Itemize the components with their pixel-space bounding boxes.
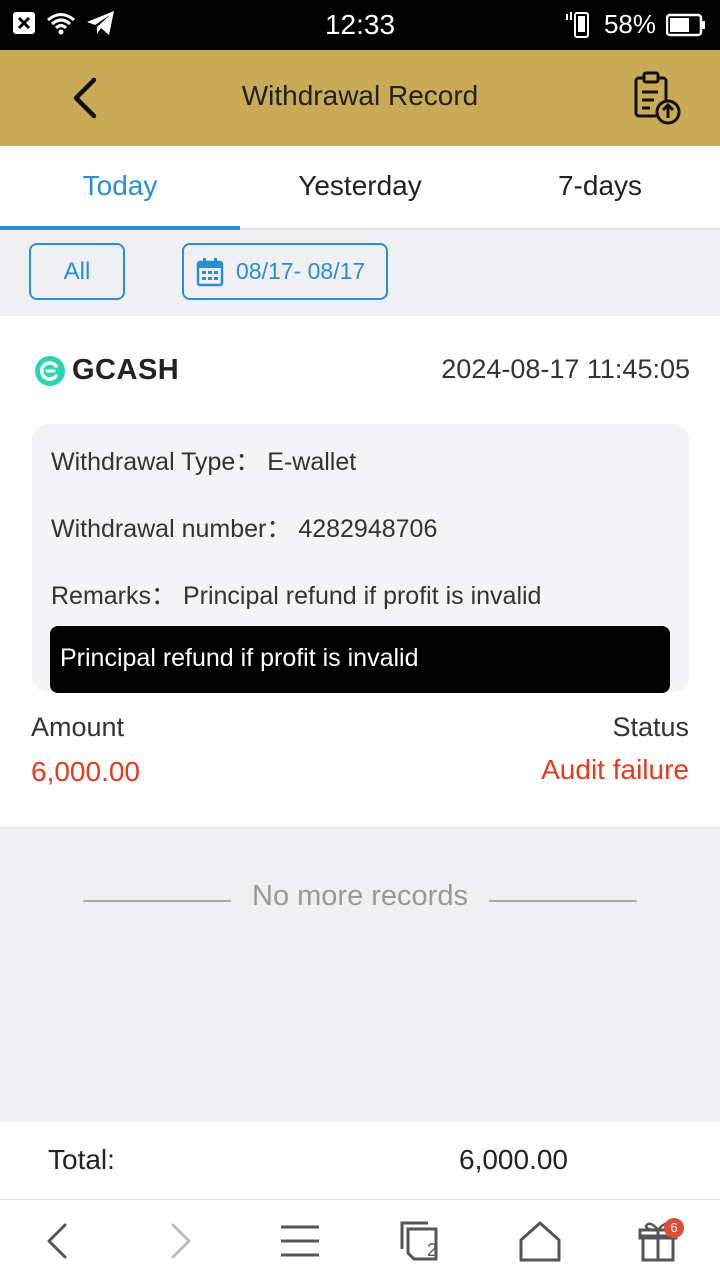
chevron-left-icon	[47, 1223, 67, 1259]
divider-right	[489, 900, 637, 902]
browser-back-button[interactable]	[28, 1214, 88, 1268]
battery-icon	[666, 13, 705, 36]
hamburger-menu-icon	[281, 1225, 319, 1257]
amount-label: Amount	[31, 712, 125, 742]
withdrawal-type-value: E-wallet	[267, 448, 357, 476]
status-value: Audit failure	[541, 754, 689, 785]
no-more-records: No more records	[0, 880, 720, 920]
withdrawal-number-label: Withdrawal number：	[51, 515, 292, 543]
page-title: Withdrawal Record	[241, 80, 479, 111]
signal-icon	[565, 11, 589, 38]
tabs-count: 2	[427, 1240, 438, 1260]
date-range-button[interactable]: 08/17- 08/17	[182, 243, 388, 300]
record-datetime: 2024-08-17 11:45:05	[441, 354, 690, 384]
remarks-value: Principal refund if profit is invalid	[182, 582, 542, 610]
withdrawal-number-row: Withdrawal number： 4282948706	[51, 509, 437, 545]
no-more-text: No more records	[252, 880, 468, 912]
date-range-text: 08/17- 08/17	[236, 258, 366, 284]
clipboard-upload-icon	[634, 71, 681, 125]
total-value: 6,000.00	[459, 1144, 568, 1175]
date-tabs: Today Yesterday 7-days	[0, 146, 720, 230]
withdrawal-type-label: Withdrawal Type：	[51, 448, 261, 476]
gcash-logo-icon	[35, 355, 65, 386]
calendar-icon	[196, 257, 224, 286]
tab-today[interactable]: Today	[0, 146, 240, 230]
browser-nav-bar: 2 6	[0, 1200, 720, 1280]
filter-bar: All 08/17- 08/17	[0, 230, 720, 316]
export-record-button[interactable]	[630, 70, 682, 126]
withdrawal-type-row: Withdrawal Type： E-wallet	[51, 442, 356, 478]
status-label: Status	[612, 712, 689, 742]
app-header: Withdrawal Record	[0, 50, 720, 146]
browser-tabs-button[interactable]: 2	[390, 1214, 450, 1268]
total-label: Total:	[48, 1144, 115, 1175]
withdrawal-number-value: 4282948706	[298, 515, 438, 543]
total-bar: Total: 6,000.00	[0, 1122, 720, 1200]
browser-home-button[interactable]	[510, 1214, 570, 1268]
remarks-row: Remarks： Principal refund if profit is i…	[51, 576, 541, 612]
status-bar: 12:33 58%	[0, 0, 720, 50]
battery-percent: 58%	[603, 9, 656, 39]
remarks-label: Remarks：	[51, 582, 177, 610]
brand-name: GCASH	[72, 354, 180, 386]
status-icons-right: 58%	[564, 9, 706, 40]
withdrawal-record-card: GCASH 2024-08-17 11:45:05 Withdrawal Typ…	[0, 316, 720, 828]
home-icon	[519, 1221, 561, 1262]
tab-7-days[interactable]: 7-days	[480, 146, 720, 228]
filter-all-button[interactable]: All	[29, 243, 125, 300]
browser-gift-button[interactable]: 6	[628, 1214, 688, 1268]
chevron-right-icon	[171, 1223, 191, 1259]
browser-menu-button[interactable]	[270, 1214, 330, 1268]
amount-value: 6,000.00	[31, 756, 140, 787]
payment-brand: GCASH	[34, 354, 179, 387]
gift-badge: 6	[664, 1218, 684, 1238]
remarks-tooltip: Principal refund if profit is invalid	[50, 626, 670, 693]
browser-forward-button[interactable]	[150, 1214, 210, 1268]
tab-yesterday[interactable]: Yesterday	[240, 146, 480, 228]
record-details: Withdrawal Type： E-wallet Withdrawal num…	[32, 424, 689, 693]
